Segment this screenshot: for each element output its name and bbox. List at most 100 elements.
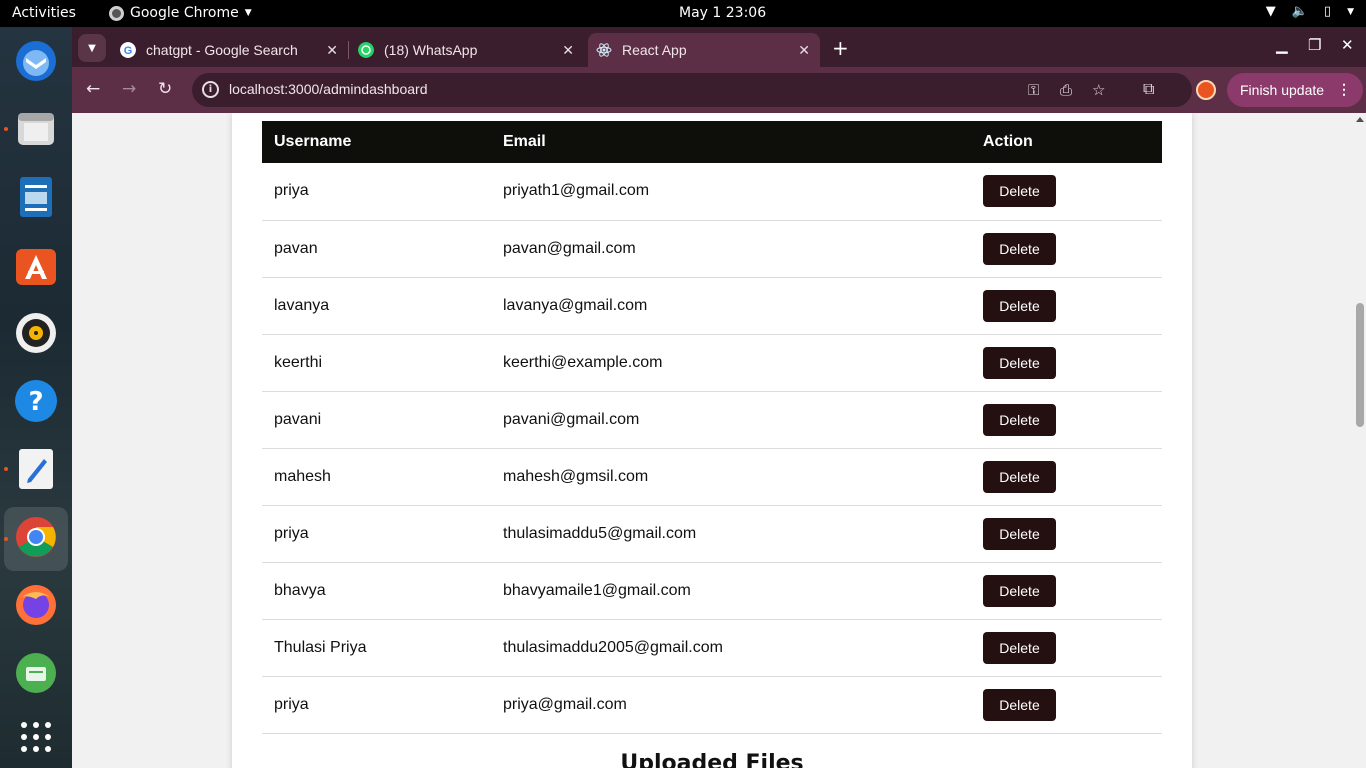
- files-icon[interactable]: [12, 105, 60, 153]
- firefox-icon[interactable]: [12, 581, 60, 629]
- email-cell: keerthi@example.com: [503, 353, 663, 371]
- whatsapp-icon: [358, 42, 374, 58]
- email-cell: pavan@gmail.com: [503, 239, 636, 257]
- tab-react-app[interactable]: React App ✕: [588, 33, 820, 67]
- extensions-icon[interactable]: ⧉: [1143, 79, 1154, 99]
- delete-button[interactable]: Delete: [983, 232, 1056, 265]
- system-menu[interactable]: ▼ 🔈 ▯ ▼: [1266, 4, 1354, 19]
- rhythmbox-icon[interactable]: [12, 309, 60, 357]
- username-cell: pavan: [274, 239, 318, 257]
- profile-avatar[interactable]: [1196, 80, 1216, 100]
- username-cell: priya: [274, 695, 309, 713]
- app-grid-icon[interactable]: [12, 713, 60, 761]
- email-cell: priyath1@gmail.com: [503, 182, 650, 200]
- close-icon[interactable]: ✕: [562, 42, 574, 59]
- activities-button[interactable]: Activities: [12, 5, 76, 21]
- delete-button[interactable]: Delete: [983, 517, 1056, 550]
- svg-text:?: ?: [28, 387, 43, 417]
- table-row: priya priya@gmail.com Delete: [262, 676, 1162, 733]
- app-menu-label: Google Chrome: [130, 5, 239, 21]
- system-top-bar: Activities Google Chrome ▼ May 1 23:06 ▼…: [0, 0, 1366, 27]
- tab-search-button[interactable]: ▼: [78, 34, 106, 62]
- table-row: lavanya lavanya@gmail.com Delete: [262, 277, 1162, 334]
- drive-icon[interactable]: [12, 649, 60, 697]
- email-cell: thulasimaddu5@gmail.com: [503, 524, 697, 542]
- running-indicator: [4, 467, 8, 471]
- writer-icon[interactable]: [12, 173, 60, 221]
- username-cell: lavanya: [274, 296, 330, 314]
- delete-button[interactable]: Delete: [983, 631, 1056, 664]
- chevron-down-icon: ▼: [1347, 6, 1354, 17]
- close-icon[interactable]: ✕: [326, 42, 338, 59]
- email-cell: thulasimaddu2005@gmail.com: [503, 638, 723, 656]
- page-viewport: Username Email Action priya priyath1@gma…: [72, 113, 1366, 768]
- tab-separator: [348, 41, 349, 59]
- username-cell: Thulasi Priya: [274, 638, 367, 656]
- finish-update-button[interactable]: Finish update ⋮: [1227, 73, 1363, 107]
- battery-icon: ▯: [1323, 4, 1332, 19]
- tab-title: React App: [622, 42, 687, 58]
- table-row: mahesh mahesh@gmsil.com Delete: [262, 448, 1162, 505]
- chrome-icon[interactable]: [12, 513, 60, 561]
- delete-button[interactable]: Delete: [983, 175, 1056, 208]
- new-tab-button[interactable]: +: [832, 36, 849, 60]
- reload-icon[interactable]: ↻: [158, 79, 172, 99]
- header-email: Email: [503, 133, 546, 150]
- close-window-icon[interactable]: ✕: [1341, 36, 1354, 54]
- table-row: keerthi keerthi@example.com Delete: [262, 334, 1162, 391]
- tab-strip: ▼ G chatgpt - Google Search ✕ (18) Whats…: [72, 27, 1366, 67]
- table-row: priya thulasimaddu5@gmail.com Delete: [262, 505, 1162, 562]
- thunderbird-icon[interactable]: [12, 37, 60, 85]
- password-key-icon[interactable]: ⚿: [1028, 81, 1039, 99]
- admin-card: Username Email Action priya priyath1@gma…: [232, 113, 1192, 768]
- help-icon[interactable]: ?: [12, 377, 60, 425]
- email-cell: pavani@gmail.com: [503, 410, 640, 428]
- username-cell: bhavya: [274, 581, 326, 599]
- address-bar[interactable]: i localhost:3000/admindashboard ⚿ ⎙ ☆: [192, 73, 1192, 107]
- email-cell: mahesh@gmsil.com: [503, 467, 649, 485]
- users-table: Username Email Action priya priyath1@gma…: [262, 121, 1162, 734]
- install-app-icon[interactable]: ⎙: [1060, 81, 1072, 99]
- volume-icon: 🔈: [1291, 4, 1308, 19]
- site-info-icon[interactable]: i: [202, 81, 219, 98]
- forward-icon[interactable]: →: [122, 79, 136, 99]
- table-row: priya priyath1@gmail.com Delete: [262, 163, 1162, 220]
- delete-button[interactable]: Delete: [983, 460, 1056, 493]
- username-cell: priya: [274, 524, 309, 542]
- page-scrollbar[interactable]: [1353, 113, 1366, 768]
- finish-update-label: Finish update: [1240, 82, 1325, 98]
- uploaded-files-heading: Uploaded Files: [620, 751, 804, 768]
- tab-whatsapp[interactable]: (18) WhatsApp ✕: [350, 33, 584, 67]
- chrome-icon: [109, 5, 124, 21]
- text-editor-icon[interactable]: [12, 445, 60, 493]
- scroll-up-arrow-icon[interactable]: [1356, 117, 1364, 122]
- google-icon: G: [120, 42, 136, 58]
- close-icon[interactable]: ✕: [798, 42, 810, 59]
- wifi-icon: ▼: [1265, 4, 1276, 19]
- username-cell: mahesh: [274, 467, 331, 485]
- username-cell: priya: [274, 182, 309, 200]
- app-center-icon[interactable]: [12, 241, 60, 289]
- maximize-icon[interactable]: ❐: [1308, 36, 1321, 54]
- email-cell: lavanya@gmail.com: [503, 296, 648, 314]
- scrollbar-thumb[interactable]: [1356, 303, 1364, 427]
- menu-dots-icon: ⋮: [1337, 81, 1351, 97]
- delete-button[interactable]: Delete: [983, 346, 1056, 379]
- clock[interactable]: May 1 23:06: [679, 5, 766, 21]
- dock: ?: [0, 27, 72, 768]
- delete-button[interactable]: Delete: [983, 289, 1056, 322]
- chevron-down-icon: ▼: [88, 42, 96, 54]
- tab-chatgpt-search[interactable]: G chatgpt - Google Search ✕: [112, 33, 348, 67]
- minimize-icon[interactable]: ▁: [1276, 36, 1288, 54]
- delete-button[interactable]: Delete: [983, 574, 1056, 607]
- back-icon[interactable]: ←: [86, 79, 100, 99]
- url-text[interactable]: localhost:3000/admindashboard: [229, 81, 427, 97]
- table-row: bhavya bhavyamaile1@gmail.com Delete: [262, 562, 1162, 619]
- username-cell: keerthi: [274, 353, 323, 371]
- delete-button[interactable]: Delete: [983, 688, 1056, 721]
- bookmark-star-icon[interactable]: ☆: [1092, 81, 1105, 99]
- table-row: pavan pavan@gmail.com Delete: [262, 220, 1162, 277]
- delete-button[interactable]: Delete: [983, 403, 1056, 436]
- app-menu[interactable]: Google Chrome ▼: [109, 5, 252, 21]
- header-username: Username: [274, 133, 352, 150]
